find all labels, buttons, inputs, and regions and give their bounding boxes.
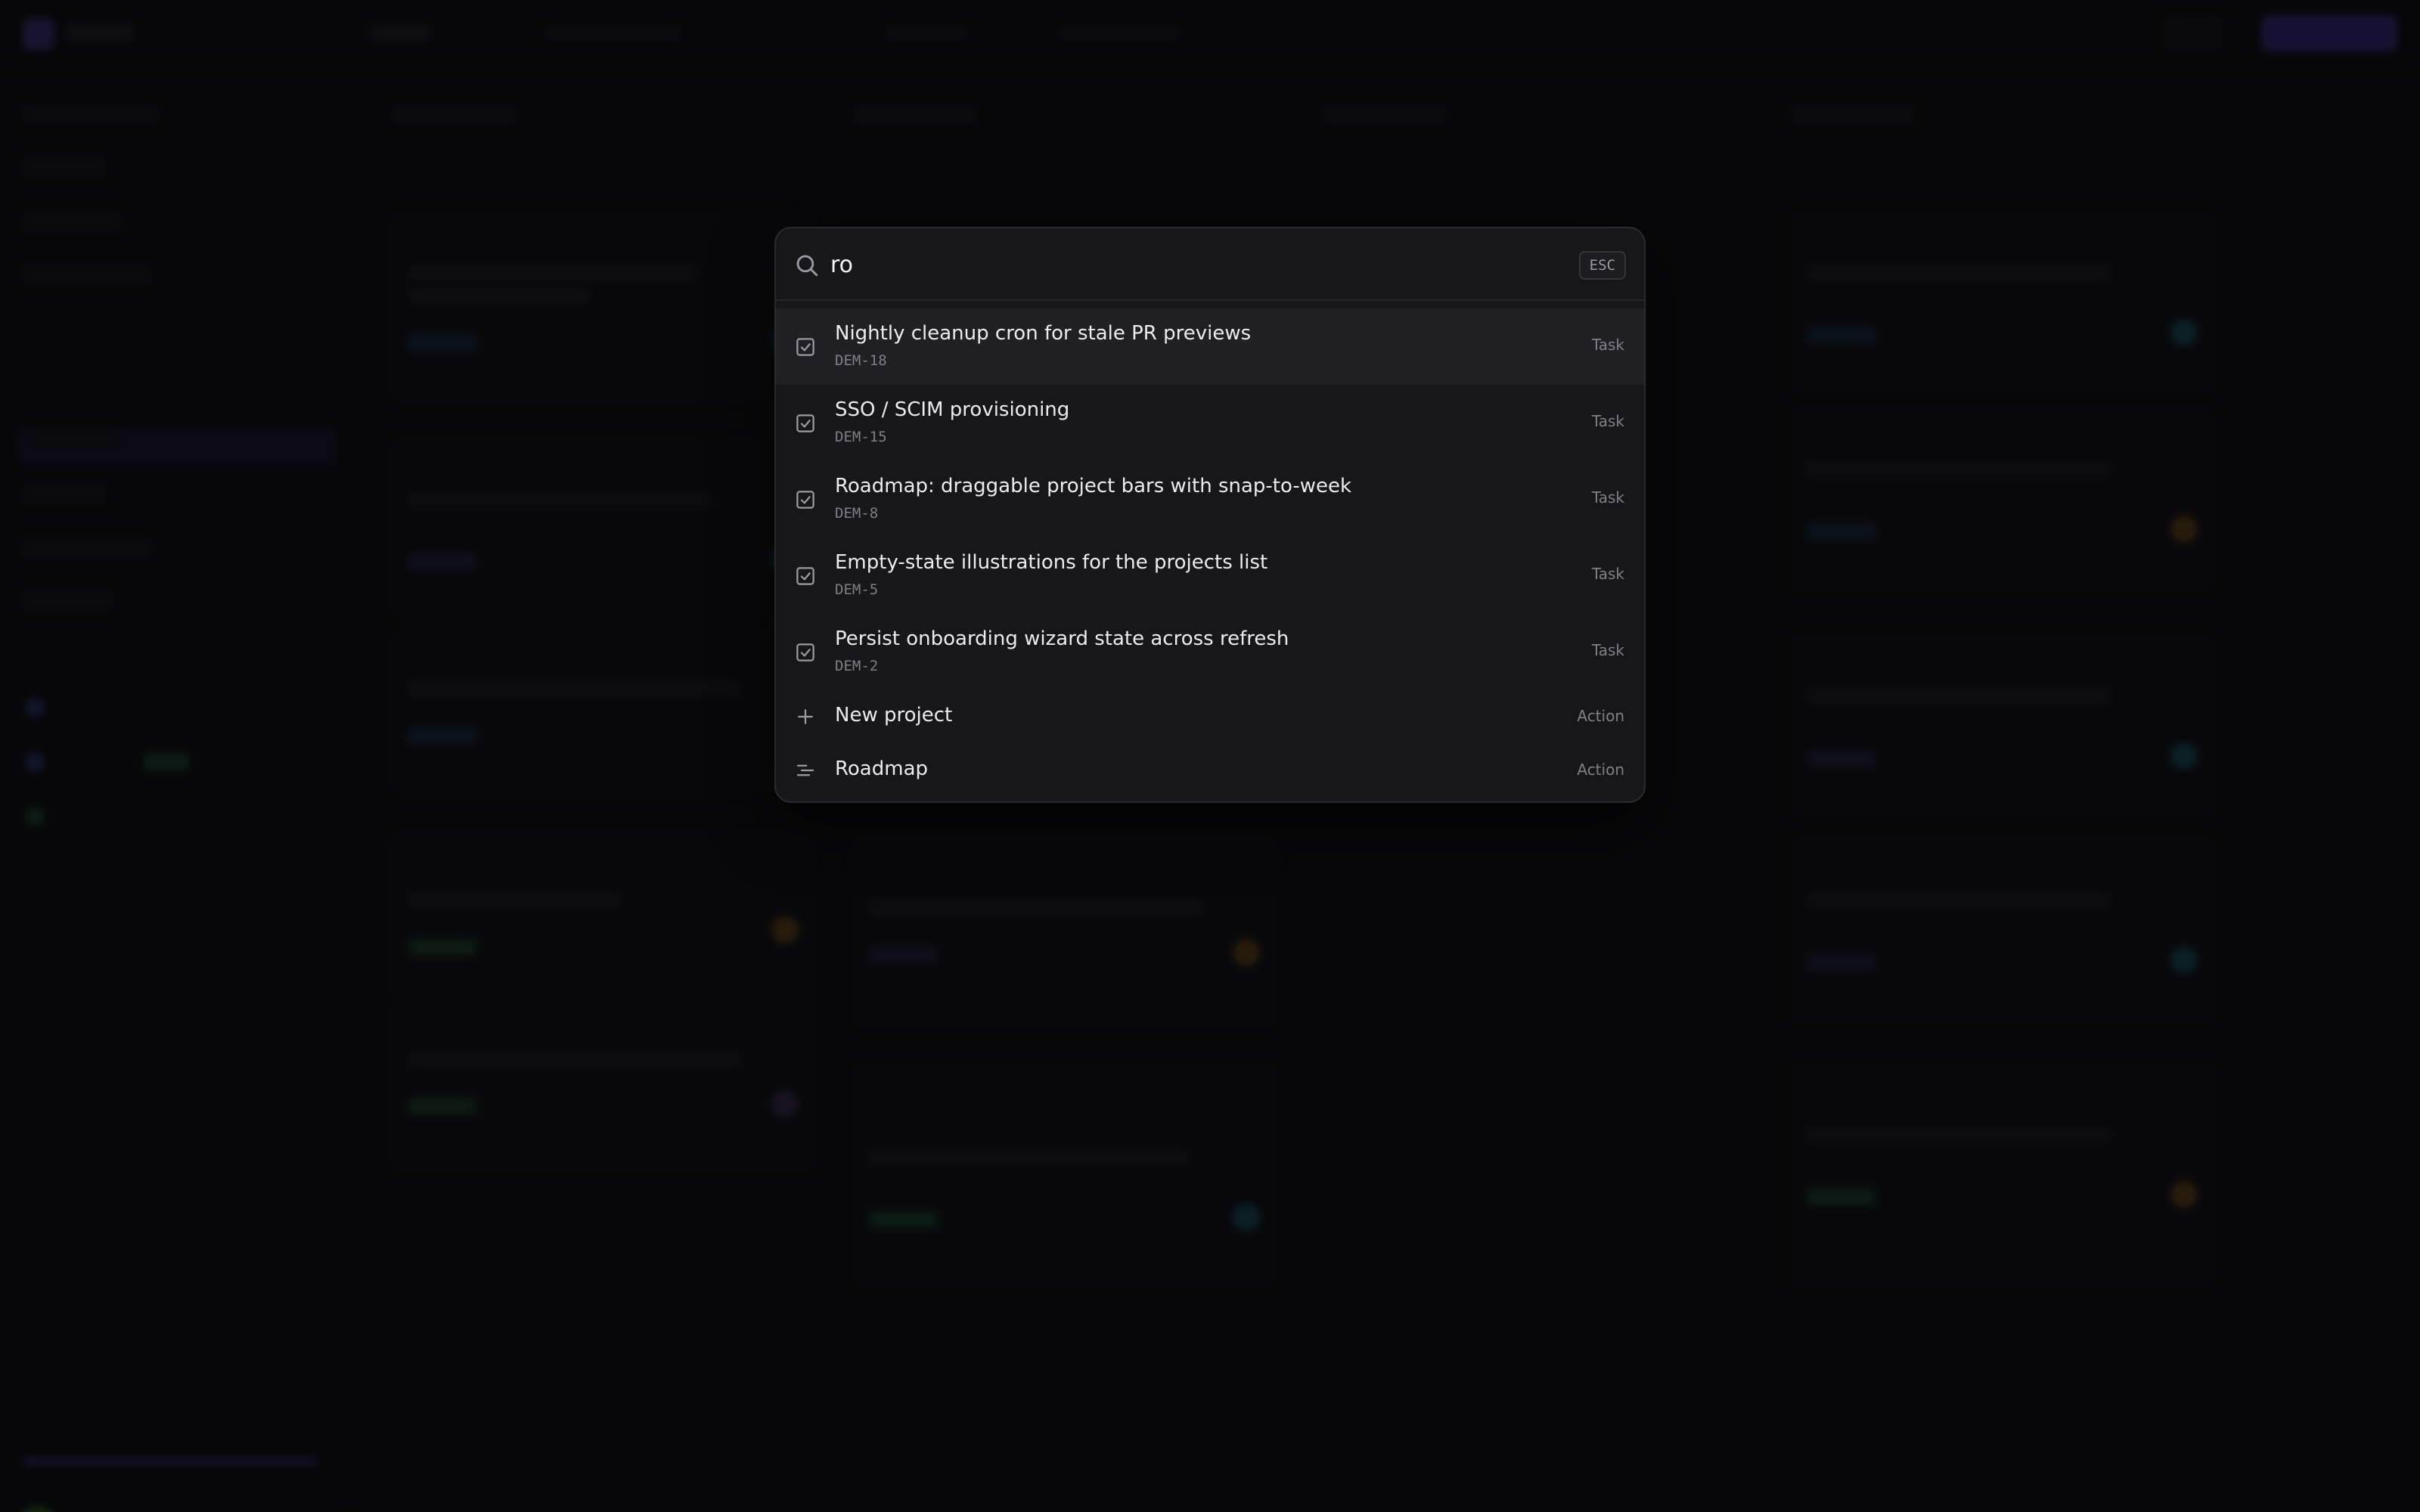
checkbox-icon (794, 336, 817, 358)
roadmap-icon (794, 759, 817, 782)
result-title: New project (835, 704, 953, 727)
search-row: ESC (776, 228, 1644, 301)
result-title: Roadmap (835, 758, 929, 780)
result-issue-id: DEM-15 (835, 429, 887, 445)
result-issue-id: DEM-8 (835, 505, 879, 522)
checkbox-icon (794, 641, 817, 664)
command-palette: ESC Nightly cleanup cron for stale PR pr… (774, 227, 1646, 803)
result-kind-label: Task (1591, 412, 1624, 430)
result-title: SSO / SCIM provisioning (835, 398, 1070, 421)
result-title: Persist onboarding wizard state across r… (835, 627, 1289, 650)
action-item[interactable]: New project Action (776, 690, 1644, 744)
result-title: Nightly cleanup cron for stale PR previe… (835, 322, 1252, 345)
checkbox-icon (794, 488, 817, 511)
plus-icon (794, 705, 817, 728)
results-list: Nightly cleanup cron for stale PR previe… (776, 308, 1644, 798)
result-kind-label: Action (1577, 761, 1624, 779)
result-title: Empty-state illustrations for the projec… (835, 551, 1268, 574)
result-issue-id: DEM-18 (835, 352, 887, 369)
app-root: ESC Nightly cleanup cron for stale PR pr… (0, 0, 2420, 1512)
task-result-item[interactable]: Roadmap: draggable project bars with sna… (776, 461, 1644, 538)
action-item[interactable]: Roadmap Action (776, 744, 1644, 798)
result-kind-label: Task (1591, 641, 1624, 659)
esc-key-hint[interactable]: ESC (1578, 251, 1626, 280)
search-input[interactable] (830, 246, 1511, 283)
task-result-item[interactable]: Empty-state illustrations for the projec… (776, 538, 1644, 614)
result-issue-id: DEM-2 (835, 658, 879, 674)
result-title: Roadmap: draggable project bars with sna… (835, 475, 1352, 497)
checkbox-icon (794, 412, 817, 435)
task-result-item[interactable]: SSO / SCIM provisioning DEM-15 Task (776, 385, 1644, 461)
task-result-item[interactable]: Persist onboarding wizard state across r… (776, 614, 1644, 690)
result-kind-label: Task (1591, 565, 1624, 583)
result-kind-label: Task (1591, 488, 1624, 507)
search-icon (794, 253, 820, 278)
checkbox-icon (794, 565, 817, 587)
task-result-item[interactable]: Nightly cleanup cron for stale PR previe… (776, 308, 1644, 385)
result-kind-label: Task (1591, 336, 1624, 354)
result-kind-label: Action (1577, 707, 1624, 725)
result-issue-id: DEM-5 (835, 581, 879, 598)
